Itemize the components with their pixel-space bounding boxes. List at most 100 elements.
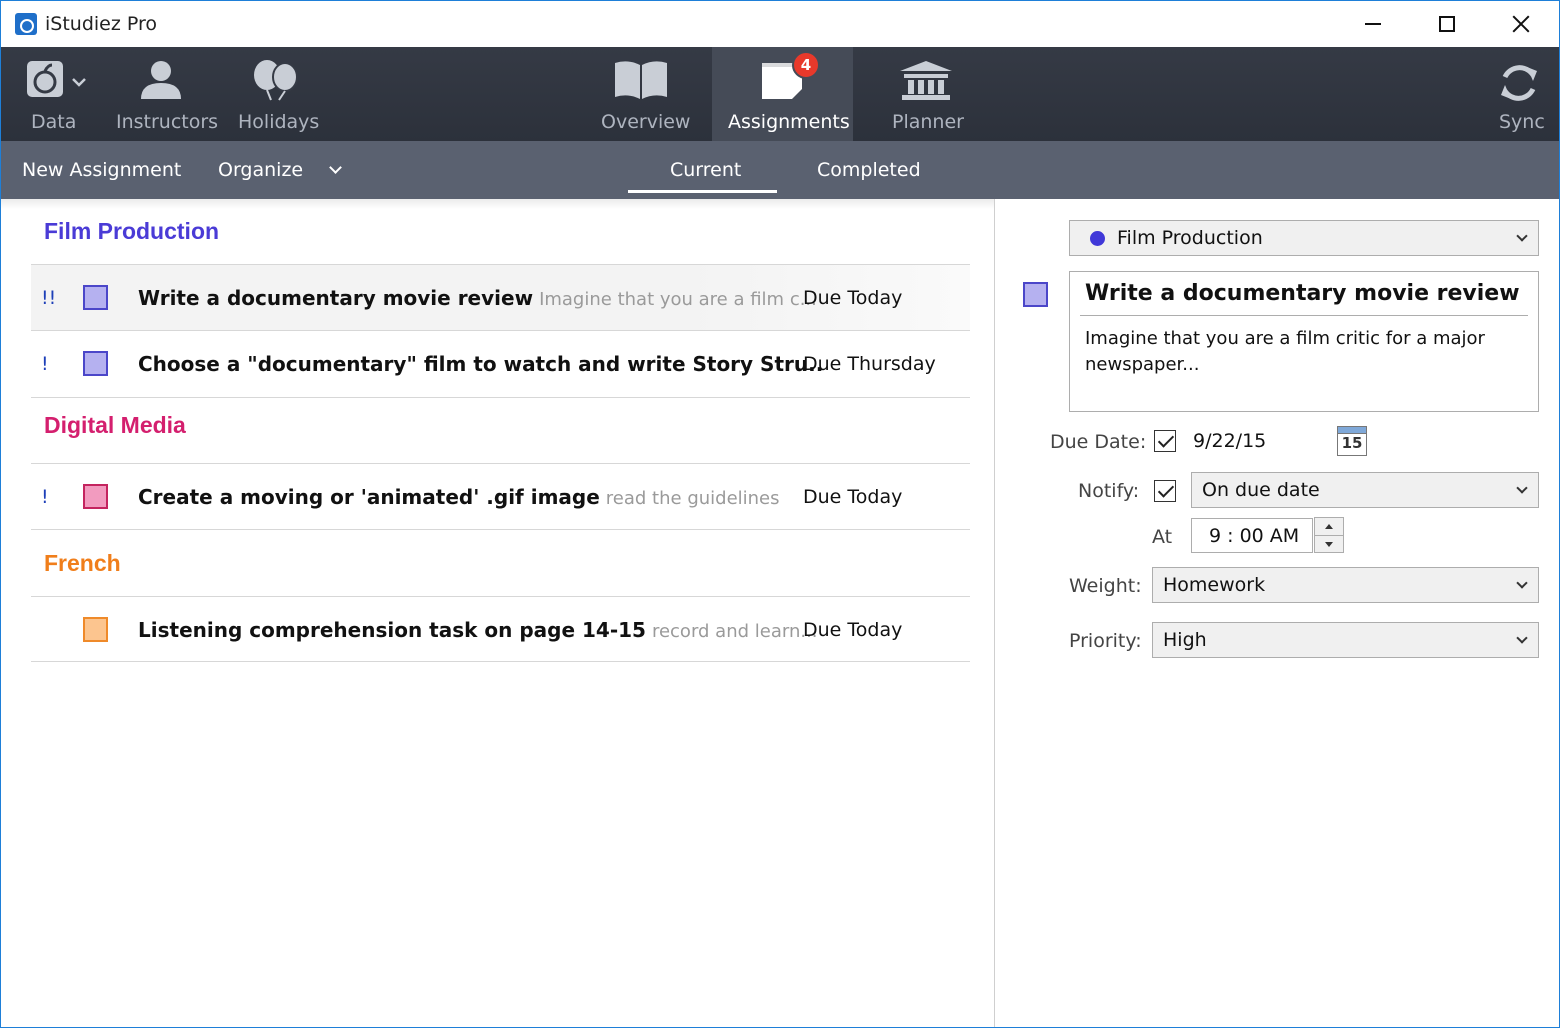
pane-divider [994, 199, 995, 1027]
completion-checkbox[interactable] [83, 484, 108, 509]
course-color-dot [1090, 230, 1105, 246]
balloons-icon [254, 60, 298, 101]
priority-indicator: !! [41, 287, 57, 309]
active-tab-indicator [628, 190, 777, 193]
notify-label: Notify: [1078, 480, 1140, 502]
tab-current[interactable]: Current [670, 159, 741, 181]
course-select[interactable]: Film Production [1069, 220, 1539, 256]
toolbar-data-button[interactable]: Data [1, 47, 101, 141]
assignment-row[interactable]: !! Write a documentary movie review Imagi… [31, 264, 970, 330]
toolbar-data-label: Data [31, 111, 77, 133]
group-title-film-production: Film Production [44, 218, 220, 244]
chevron-down-icon [1516, 482, 1528, 494]
caret-up-icon [1325, 524, 1333, 529]
chevron-down-icon [1516, 632, 1528, 644]
calendar-day: 15 [1341, 434, 1363, 452]
group-title-digital-media: Digital Media [31, 397, 970, 439]
minimize-button[interactable] [1336, 1, 1410, 47]
app-logo-icon [15, 13, 37, 35]
assignment-row[interactable]: ! Choose a "documentary" film to watch a… [31, 330, 970, 396]
caret-down-icon [1325, 541, 1333, 547]
due-date-checkbox[interactable] [1154, 430, 1176, 452]
toolbar-holidays-button[interactable]: Holidays [226, 47, 326, 141]
course-select-value: Film Production [1117, 227, 1263, 249]
toolbar-sync-button[interactable]: Sync [1481, 47, 1557, 141]
time-stepper[interactable] [1314, 517, 1344, 553]
priority-select-value: High [1163, 629, 1207, 651]
toolbar-instructors-button[interactable]: Instructors [111, 47, 218, 141]
person-icon [141, 61, 181, 99]
toolbar-sync-label: Sync [1499, 111, 1545, 133]
assignment-title: Write a documentary movie review Imagine … [138, 286, 817, 310]
time-down-button[interactable] [1315, 535, 1343, 552]
chevron-down-icon [1516, 230, 1528, 242]
sub-toolbar: New Assignment Organize Current Complete… [1, 141, 1559, 199]
assignment-due: Due Today [803, 619, 903, 641]
detail-completion-checkbox[interactable] [1023, 282, 1048, 307]
close-button[interactable] [1484, 1, 1558, 47]
notify-select[interactable]: On due date [1191, 472, 1539, 508]
priority-label: Priority: [1069, 630, 1142, 652]
weight-select[interactable]: Homework [1152, 567, 1539, 603]
priority-select[interactable]: High [1152, 622, 1539, 658]
detail-description-input[interactable]: Imagine that you are a film critic for a… [1085, 326, 1505, 378]
completion-checkbox[interactable] [83, 617, 108, 642]
window-title: iStudiez Pro [45, 13, 158, 35]
weight-select-value: Homework [1163, 574, 1266, 596]
completion-checkbox[interactable] [83, 285, 108, 310]
app-window: iStudiez Pro Data Instructors Holidays O… [0, 0, 1560, 1028]
assignment-note: Imagine that you are a film c... [539, 289, 817, 310]
minimize-icon [1365, 23, 1381, 25]
notify-checkbox[interactable] [1154, 480, 1176, 502]
book-icon [615, 61, 667, 99]
toolbar-holidays-label: Holidays [238, 111, 320, 133]
chevron-down-icon [329, 161, 342, 174]
title-bar: iStudiez Pro [1, 1, 1559, 47]
toolbar-instructors-label: Instructors [116, 111, 219, 133]
organize-label: Organize [218, 159, 304, 181]
tab-completed[interactable]: Completed [817, 159, 921, 181]
maximize-icon [1439, 16, 1455, 32]
assignment-title: Choose a "documentary" film to watch and… [138, 352, 824, 376]
group-title-french: French [31, 529, 970, 577]
assignment-title: Listening comprehension task on page 14-… [138, 618, 818, 642]
calendar-icon[interactable]: 15 [1337, 426, 1367, 456]
priority-indicator: ! [41, 353, 49, 375]
notify-select-value: On due date [1202, 479, 1320, 501]
assignment-note: read the guidelines [605, 488, 780, 509]
close-icon [1512, 15, 1530, 33]
main-toolbar: Data Instructors Holidays Overview 4 Ass… [1, 47, 1559, 141]
priority-indicator: ! [41, 486, 49, 508]
toolbar-planner-label: Planner [892, 111, 964, 133]
maximize-button[interactable] [1410, 1, 1484, 47]
chevron-down-icon [1516, 577, 1528, 589]
apple-database-icon [27, 61, 86, 97]
assignment-due: Due Thursday [803, 353, 936, 375]
assignments-count-badge: 4 [792, 51, 820, 79]
toolbar-overview-button[interactable]: Overview [586, 47, 696, 141]
weight-label: Weight: [1069, 575, 1142, 597]
toolbar-assignments-label: Assignments [728, 111, 850, 133]
time-up-button[interactable] [1315, 518, 1343, 535]
due-date-label: Due Date: [1050, 431, 1147, 453]
building-icon [900, 61, 952, 100]
assignment-due: Due Today [803, 287, 903, 309]
organize-dropdown[interactable]: Organize [218, 159, 342, 181]
toolbar-assignments-button[interactable]: 4 Assignments [712, 47, 853, 141]
toolbar-planner-button[interactable]: Planner [871, 47, 981, 141]
assignment-detail-editor[interactable]: Write a documentary movie review Imagine… [1069, 271, 1539, 412]
time-input[interactable]: 9 : 00 AM [1191, 518, 1313, 553]
detail-title-input[interactable]: Write a documentary movie review [1085, 281, 1520, 306]
assignment-list: Film Production !! Write a documentary m… [1, 199, 995, 1027]
assignment-title: Create a moving or 'animated' .gif image… [138, 485, 780, 509]
sync-icon [1501, 65, 1537, 101]
new-assignment-button[interactable]: New Assignment [22, 159, 181, 181]
at-label: At [1152, 526, 1173, 548]
assignment-note: record and learn... [651, 621, 818, 642]
completion-checkbox[interactable] [83, 351, 108, 376]
assignment-row[interactable]: ! Create a moving or 'animated' .gif ima… [31, 463, 970, 529]
assignment-row[interactable]: Listening comprehension task on page 14-… [31, 596, 970, 662]
detail-separator [1080, 315, 1528, 316]
due-date-value[interactable]: 9/22/15 [1193, 430, 1266, 452]
assignment-due: Due Today [803, 486, 903, 508]
